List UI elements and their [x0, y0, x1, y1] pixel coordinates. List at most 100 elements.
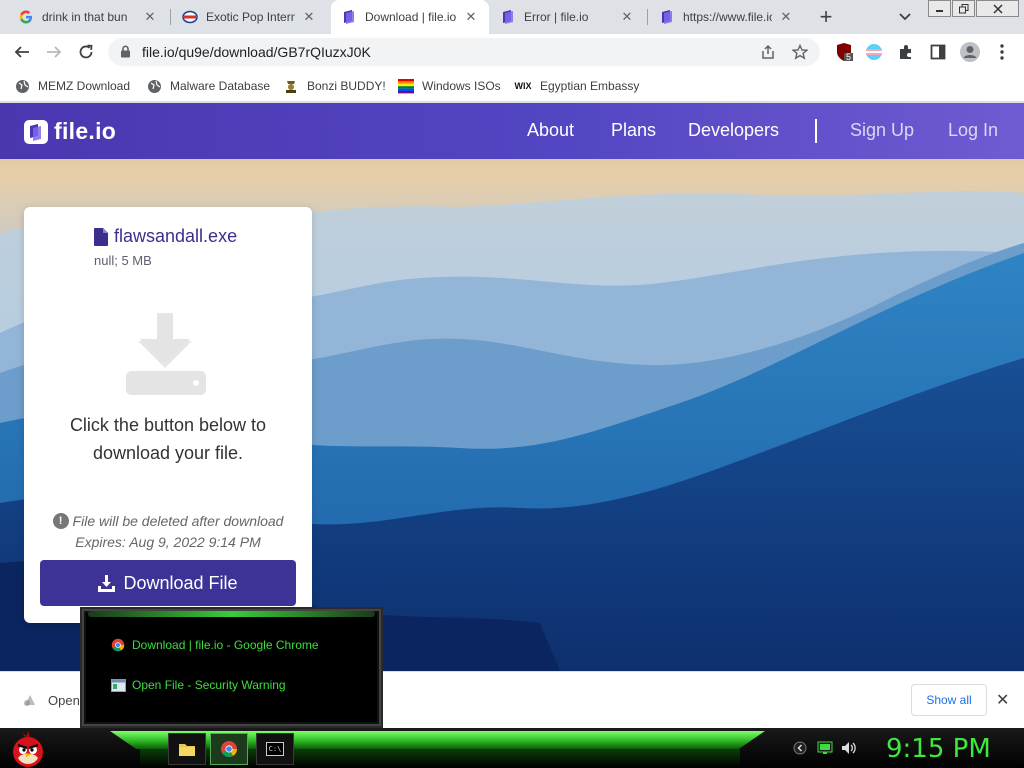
start-button-angry-bird-icon[interactable]: [8, 728, 48, 768]
info-icon: !: [52, 513, 69, 529]
close-tab-icon[interactable]: ✕: [619, 9, 635, 25]
bookmark-label: Malware Database: [170, 79, 271, 93]
nav-divider: [815, 119, 817, 143]
lock-icon[interactable]: [120, 45, 131, 63]
nav-log-in-link[interactable]: Log In: [948, 120, 998, 141]
bookmark-label: Egyptian Embassy: [540, 79, 640, 93]
nav-sign-up-link[interactable]: Sign Up: [850, 120, 914, 141]
bookmark-star-icon[interactable]: [790, 42, 810, 62]
reload-button[interactable]: [72, 38, 100, 66]
tab-google[interactable]: drink in that bun ✕: [8, 0, 168, 34]
bookmark-malware-database[interactable]: Malware Database: [146, 76, 270, 96]
browser-toolbar: file.io/qu9e/download/GB7rQIuzxJ0K 5: [0, 34, 1024, 70]
tab-error-fileio[interactable]: Error | file.io ✕: [490, 0, 645, 34]
taskbar-clock[interactable]: 9:15 PM: [886, 734, 991, 764]
fileio-logo[interactable]: file.io: [24, 118, 116, 145]
close-tab-icon[interactable]: ✕: [301, 9, 317, 25]
extension-badge: 5: [846, 52, 852, 62]
address-bar[interactable]: file.io/qu9e/download/GB7rQIuzxJ0K: [108, 38, 820, 66]
delete-warning-text: File will be deleted after download: [72, 513, 284, 529]
nav-about-link[interactable]: About: [527, 120, 574, 141]
url-text[interactable]: file.io/qu9e/download/GB7rQIuzxJ0K: [142, 44, 371, 60]
popup-item-label: Download | file.io - Google Chrome: [132, 638, 319, 652]
download-file-button[interactable]: Download File: [40, 560, 296, 606]
close-tab-icon[interactable]: ✕: [463, 9, 479, 25]
file-meta: null; 5 MB: [94, 253, 152, 268]
ublock-extension-icon[interactable]: 5: [832, 40, 856, 64]
popup-top-glow: [88, 611, 375, 617]
tab-title: Download | file.io: [365, 10, 457, 24]
nav-plans-link[interactable]: Plans: [611, 120, 656, 141]
taskbar-green-strip: [110, 731, 765, 749]
tab-download-fileio[interactable]: Download | file.io ✕: [331, 0, 489, 34]
web-page: file.io About Plans Developers Sign Up L…: [0, 103, 1024, 671]
tab-title: https://www.file.io: [683, 10, 772, 24]
fileio-icon: [500, 9, 516, 25]
tab-title: Error | file.io: [524, 10, 589, 24]
tray-network-icon[interactable]: [817, 740, 833, 756]
wix-icon: WIX: [514, 81, 532, 91]
close-download-shelf-icon[interactable]: ✕: [996, 690, 1009, 710]
download-item-label: Open: [48, 692, 80, 708]
window-icon: [110, 677, 126, 693]
close-window-button[interactable]: [976, 0, 1019, 17]
flag-extension-icon[interactable]: [862, 40, 886, 64]
download-file-icon: [22, 692, 38, 708]
delete-warning: ! File will be deleted after download: [24, 513, 312, 529]
download-icon: [98, 574, 116, 592]
download-card: flawsandall.exe null; 5 MB Click the but…: [24, 207, 312, 623]
bookmark-bonzi-buddy[interactable]: Bonzi BUDDY!: [283, 76, 386, 96]
side-panel-icon[interactable]: [926, 40, 950, 64]
taskbar-explorer-button[interactable]: [168, 733, 206, 765]
logo-text: file.io: [54, 118, 117, 144]
show-all-button[interactable]: Show all: [911, 684, 987, 716]
fileio-icon: [341, 9, 357, 25]
tray-back-icon[interactable]: [792, 740, 808, 756]
profile-avatar-icon[interactable]: [958, 40, 982, 64]
minimize-button[interactable]: [928, 0, 951, 17]
expiry-text: Expires: Aug 9, 2022 9:14 PM: [75, 534, 261, 550]
tray-volume-icon[interactable]: [841, 740, 857, 756]
share-icon[interactable]: [758, 42, 778, 62]
cmd-icon: C:\: [266, 742, 284, 756]
chrome-icon: [110, 637, 126, 653]
extensions-puzzle-icon[interactable]: [894, 40, 918, 64]
file-name: flawsandall.exe: [114, 226, 238, 246]
exotic-pop-icon: [182, 9, 198, 25]
popup-item-chrome[interactable]: Download | file.io - Google Chrome: [110, 637, 319, 653]
bookmark-memz[interactable]: MEMZ Download: [14, 76, 130, 96]
close-tab-icon[interactable]: ✕: [142, 9, 158, 25]
bookmark-label: MEMZ Download: [38, 79, 131, 93]
tab-search-chevron-icon[interactable]: [895, 7, 915, 27]
file-icon: [94, 227, 108, 246]
forward-button[interactable]: [40, 38, 68, 66]
download-tray-icon: [126, 313, 206, 395]
back-button[interactable]: [8, 38, 36, 66]
maximize-button[interactable]: [952, 0, 975, 17]
bookmarks-bar: MEMZ Download Malware Database Bonzi BUD…: [0, 70, 1024, 102]
folder-icon: [178, 741, 196, 757]
close-tab-icon[interactable]: ✕: [778, 9, 794, 25]
fileio-icon: [659, 9, 675, 25]
new-tab-button[interactable]: +: [814, 4, 838, 29]
nav-developers-link[interactable]: Developers: [688, 120, 779, 141]
download-instructions: Click the button below to download your …: [69, 415, 267, 463]
bonzi-icon: [283, 78, 299, 94]
bookmark-label: Bonzi BUDDY!: [307, 79, 386, 93]
tab-www-fileio[interactable]: https://www.file.io ✕: [649, 0, 804, 34]
taskbar-chrome-button[interactable]: [210, 733, 248, 765]
tab-exotic-pop[interactable]: Exotic Pop Interna ✕: [172, 0, 327, 34]
bookmark-windows-isos[interactable]: Windows ISOs: [398, 76, 501, 96]
fileio-logo-icon: [24, 119, 48, 144]
popup-item-label: Open File - Security Warning: [132, 678, 286, 692]
download-item[interactable]: Open: [22, 692, 80, 708]
tab-divider: [647, 9, 648, 25]
taskbar-window-list-popup: Download | file.io - Google Chrome Open …: [80, 607, 383, 728]
filename-row: flawsandall.exe: [94, 226, 237, 247]
chrome-menu-icon[interactable]: [990, 40, 1014, 64]
site-navbar: file.io About Plans Developers Sign Up L…: [0, 103, 1024, 159]
bookmark-egyptian-embassy[interactable]: WIX Egyptian Embassy: [514, 76, 640, 96]
popup-item-security-warning[interactable]: Open File - Security Warning: [110, 677, 286, 693]
taskbar: C:\ 9:15 PM: [0, 728, 1024, 768]
taskbar-cmd-button[interactable]: C:\: [256, 733, 294, 765]
